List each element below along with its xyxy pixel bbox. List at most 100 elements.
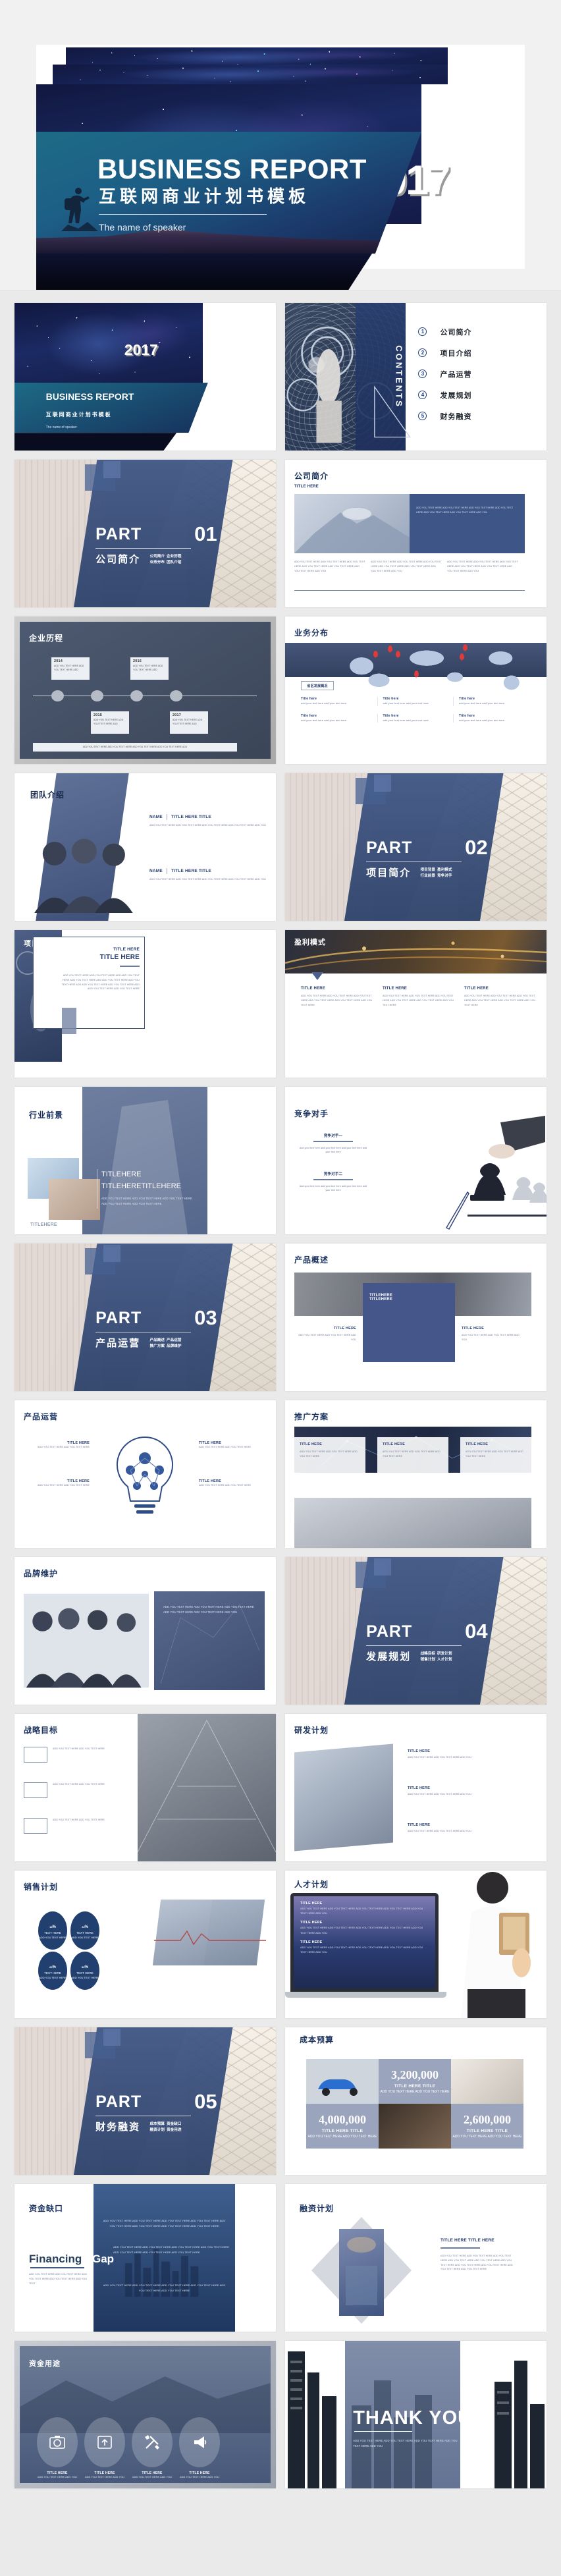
gap-word-1: Financing	[29, 2253, 82, 2265]
product-panel: TITLEHERE TITLEHERE	[363, 1283, 455, 1362]
slide-rnd-plan[interactable]: 研发计划 TITLE HERE ADD YOU TEXT HERE ADD YO…	[285, 1714, 547, 1861]
history-year: 2017	[173, 713, 182, 717]
part-title-cn: 公司简介	[95, 553, 141, 565]
slide-brand-maintenance[interactable]: 品牌维护 ADD YOU TEXT HERE ADD YOU TEXT HERE…	[14, 1557, 276, 1705]
slide-team[interactable]: 团队介绍 NAME TITLE HERE TITLE ADD YOU TEXT …	[14, 773, 276, 921]
product-side-left: TITLE HERE ADD YOU TEXT HERE ADD YOU TEX…	[298, 1327, 356, 1341]
stat-circle: 23% TEXT HERE ADD YOU TEXT HERE	[70, 1911, 99, 1950]
hero-title-en: BUSINESS REPORT	[97, 153, 367, 184]
contents-number: 3	[418, 370, 427, 379]
part-word: PART	[366, 1622, 413, 1641]
ops-item: TITLE HERE ADD YOU TEXT HERE ADD YOU TEX…	[199, 1441, 251, 1448]
industry-panel-title-2: TITLEHERETITLEHERE	[101, 1182, 182, 1190]
slide-product-overview[interactable]: 产品概述 TITLEHERE TITLEHERE TITLE HERE ADD …	[285, 1244, 547, 1391]
bg-head-small: TITLE HERE	[113, 947, 140, 952]
slide-fund-usage[interactable]: 资金用途 TITLE HERE ADD YOU TEXT HERE ADD YO…	[14, 2341, 276, 2488]
slide-title: 产品运营	[24, 1412, 59, 1421]
part-word: PART	[95, 2092, 142, 2111]
part-subtopics: 产品概述 产品运营 推广方案 品牌维护	[149, 1338, 182, 1349]
thankyou-body: ADD YOU TEXT HERE ADD YOU TEXT HERE ADD …	[353, 2438, 458, 2448]
contents-list: 1 公司简介 2 项目介绍 3 产品运营 4 发展规划 5 财务融资	[418, 327, 471, 432]
grid-row: 资金缺口 ADD YOU TEXT HERE ADD YOU TEXT HERE…	[14, 2184, 547, 2332]
promotion-card: TITLE HERE ADD YOU TEXT HERE ADD YOU TEX…	[377, 1437, 448, 1490]
slide-talent-plan[interactable]: 人才计划 TITLE HERE ADD YOU TEXT HERE ADD YO…	[285, 1871, 547, 2018]
contents-number: 1	[418, 327, 427, 337]
slide-title: 行业前景	[29, 1110, 64, 1120]
part-text-block: PART 04 发展规划 战略目标 研发计划 销售计划 人才计划	[366, 1621, 497, 1664]
slide-thank-you[interactable]: THANK YOU ADD YOU TEXT HERE ADD YOU TEXT…	[285, 2341, 547, 2488]
slide-project-background[interactable]: 项目背景 TITLE HERE TITLE HERE ADD YOU TEXT …	[14, 930, 276, 1078]
slide-strategy-goals[interactable]: 战略目标 ADD YOU TEXT HERE ADD YOU TEXT HERE…	[14, 1714, 276, 1861]
slide-promotion-plan[interactable]: 推广方案 TITLE HERE ADD YOU TEXT HERE ADD YO…	[285, 1400, 547, 1548]
hiker-silhouette-icon	[61, 188, 98, 231]
slide-title: 资金缺口	[29, 2204, 64, 2213]
part-square-accent-2	[103, 2029, 120, 2046]
grid-row: PART 05 财务融资 成本预算 资金缺口 融资计划 资金用途 成本预算 3,…	[14, 2027, 547, 2175]
part-text-block: PART 03 产品运营 产品概述 产品运营 推广方案 品牌维护	[95, 1307, 227, 1350]
promotion-card: TITLE HERE ADD YOU TEXT HERE ADD YOU TEX…	[460, 1437, 531, 1490]
part-text-block: PART 02 项目简介 项目背景 盈利模式 行业前景 竞争对手	[366, 837, 497, 880]
company-col-1: ADD YOU TEXT HERE ADD YOU TEXT HERE ADD …	[294, 561, 365, 572]
contents-label: 项目介绍	[440, 349, 472, 358]
slide-part-02[interactable]: PART 02 项目简介 项目背景 盈利模式 行业前景 竞争对手	[285, 773, 547, 921]
slide-financing-gap[interactable]: 资金缺口 ADD YOU TEXT HERE ADD YOU TEXT HERE…	[14, 2184, 276, 2332]
history-year: 2015	[94, 713, 103, 717]
industry-photo-2	[49, 1179, 100, 1220]
grid-row: 企业历程 2014 ADD YOU TEXT HERE ADD YOU TEXT…	[14, 617, 547, 764]
contents-label: 公司简介	[440, 328, 472, 337]
slide-sales-plan[interactable]: 销售计划 18% TEXT HERE ADD YOU TEXT HERE 23%…	[14, 1871, 276, 2018]
history-footer-note: ADD YOU TEXT HERE ADD YOU TEXT HERE ADD …	[82, 746, 188, 749]
slide-part-04[interactable]: PART 04 发展规划 战略目标 研发计划 销售计划 人才计划	[285, 1557, 547, 1705]
contents-label: 产品运营	[440, 370, 472, 379]
part-subtopics: 战略目标 研发计划 销售计划 人才计划	[420, 1651, 452, 1662]
slide-competitors[interactable]: 竞争对手 竞争对手一 Add your text here add your t…	[285, 1087, 547, 1234]
gap-body-top: ADD YOU TEXT HERE ADD YOU TEXT HERE ADD …	[103, 2219, 226, 2228]
hero-bottom-strip	[36, 254, 372, 290]
contents-label: 发展规划	[440, 391, 472, 400]
contents-item[interactable]: 4 发展规划	[418, 390, 471, 400]
ops-item: TITLE HERE ADD YOU TEXT HERE ADD YOU TEX…	[199, 1479, 251, 1487]
contents-triangle-accent	[374, 385, 411, 438]
product-side-right: TITLE HERE ADD YOU TEXT HERE ADD YOU TEX…	[462, 1327, 520, 1341]
slide-contents[interactable]: CONTENTS 1 公司简介 2 项目介绍 3 产品运营 4 发展规划 5 财…	[285, 303, 547, 451]
slide-profit-model[interactable]: 盈利模式 TITLE HERE ADD YOU TEXT HERE ADD YO…	[285, 930, 547, 1078]
slide-cover-mini[interactable]: 2017 BUSINESS REPORT 互联网商业计划书模板 The name…	[14, 303, 276, 451]
gap-body-bottom: ADD YOU TEXT HERE ADD YOU TEXT HERE ADD …	[103, 2284, 226, 2292]
part-text-block: PART 01 公司简介 公司简介 企业历程 业务分布 团队介绍	[95, 522, 227, 566]
contents-item[interactable]: 3 产品运营	[418, 369, 471, 379]
slide-title: 业务分布	[294, 628, 329, 638]
slide-title: 产品概述	[294, 1255, 329, 1265]
slide-part-05[interactable]: PART 05 财务融资 成本预算 资金缺口 融资计划 资金用途	[14, 2027, 276, 2175]
contents-item[interactable]: 5 财务融资	[418, 411, 471, 422]
slide-history[interactable]: 企业历程 2014 ADD YOU TEXT HERE ADD YOU TEXT…	[14, 617, 276, 764]
slide-business-distribution[interactable]: 业务分布 省区发展概况 Title here add your text her…	[285, 617, 547, 764]
slide-company-intro[interactable]: 公司简介 TITLE HERE ADD YOU TEXT HERE ADD YO…	[285, 460, 547, 607]
slide-title: 战略目标	[24, 1726, 59, 1735]
part-title-cn: 发展规划	[366, 1651, 412, 1662]
competitor-item: 竞争对手二 Add your text here add your text h…	[299, 1172, 367, 1192]
rnd-item: TITLE HERE ADD YOU TEXT HERE ADD YOU TEX…	[408, 1823, 471, 1832]
bulb-network-icon	[117, 1436, 173, 1514]
sales-stat-grid: 18% TEXT HERE ADD YOU TEXT HERE 23% TEXT…	[38, 1911, 101, 1990]
map-badge: 省区发展概况	[307, 684, 328, 688]
down-arrow-icon	[311, 972, 323, 980]
contents-item[interactable]: 1 公司简介	[418, 327, 471, 337]
part-number: 01	[194, 522, 217, 545]
brand-team-photo	[24, 1593, 149, 1688]
financing-photo	[339, 2229, 384, 2316]
slide-financing-plan[interactable]: 融资计划 TITLE HERE TITLE HERE ADD YOU TEXT …	[285, 2184, 547, 2332]
team-row: NAME TITLE HERE TITLE ADD YOU TEXT HERE …	[149, 814, 266, 827]
grid-row: 团队介绍 NAME TITLE HERE TITLE ADD YOU TEXT …	[14, 773, 547, 921]
grid-row: 项目背景 TITLE HERE TITLE HERE ADD YOU TEXT …	[14, 930, 547, 1078]
slide-title: 企业历程	[29, 634, 64, 643]
contents-item[interactable]: 2 项目介绍	[418, 348, 471, 358]
slide-part-03[interactable]: PART 03 产品运营 产品概述 产品运营 推广方案 品牌维护	[14, 1244, 276, 1391]
slide-part-01[interactable]: PART 01 公司简介 公司简介 企业历程 业务分布 团队介绍	[14, 460, 276, 607]
slide-product-operations[interactable]: 产品运营 TITLE HERE ADD YOU TEXT HERE ADD YO…	[14, 1400, 276, 1548]
gap-word-2: Gap	[92, 2253, 115, 2265]
slide-cost-budget[interactable]: 成本预算 3,200,000 TITLE HERE TITLE ADD YOU …	[285, 2027, 547, 2175]
slide-title: 研发计划	[294, 1726, 329, 1735]
section-label: TITLE HERE	[294, 485, 319, 489]
slide-industry-outlook[interactable]: 行业前景 TITLEHERE TITLEHERE TITLEHERETITLEH…	[14, 1087, 276, 1234]
budget-photo-car	[306, 2059, 379, 2104]
